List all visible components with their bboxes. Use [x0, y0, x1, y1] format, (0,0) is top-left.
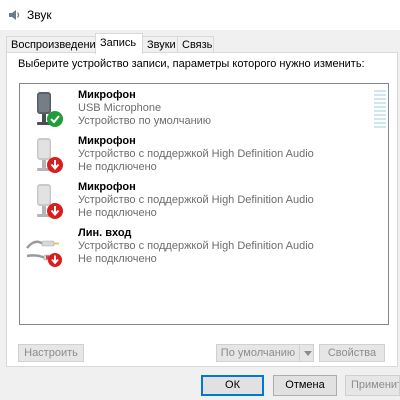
device-status: Устройство по умолчанию: [78, 115, 212, 127]
device-description: Устройство с поддержкой High Definition …: [78, 194, 314, 206]
device-status: Не подключено: [78, 253, 157, 265]
device-item[interactable]: Микрофон USB Microphone Устройство по ум…: [21, 86, 387, 132]
tab-recording[interactable]: Запись: [95, 33, 143, 54]
device-name: Микрофон: [78, 181, 136, 193]
window-title: Звук: [27, 8, 52, 22]
tab-communications[interactable]: Связь: [177, 36, 214, 52]
device-description: Устройство с поддержкой High Definition …: [78, 240, 314, 252]
device-item[interactable]: Микрофон Устройство с поддержкой High De…: [21, 132, 387, 178]
microphone-icon: [37, 184, 63, 219]
red-down-arrow-icon: [47, 157, 63, 173]
tab-playback[interactable]: Воспроизведение: [6, 36, 102, 52]
device-list[interactable]: Микрофон USB Microphone Устройство по ум…: [19, 83, 389, 325]
green-check-icon: [47, 111, 63, 127]
microphone-icon: [37, 138, 63, 173]
set-default-dropdown[interactable]: [299, 344, 314, 362]
level-meter: [374, 90, 386, 130]
device-description: Устройство с поддержкой High Definition …: [78, 148, 314, 160]
line-in-cable-icon: [26, 240, 62, 267]
device-item[interactable]: Микрофон Устройство с поддержкой High De…: [21, 178, 387, 224]
title-bar: Звук: [0, 0, 400, 30]
configure-button[interactable]: Настроить: [18, 344, 84, 362]
speaker-icon: [9, 10, 20, 20]
properties-button[interactable]: Свойства: [319, 344, 385, 362]
set-default-button[interactable]: По умолчанию: [216, 344, 300, 362]
microphone-icon: [37, 92, 63, 127]
instruction-text: Выберите устройство записи, параметры ко…: [18, 58, 365, 70]
device-name: Лин. вход: [78, 227, 132, 239]
device-status: Не подключено: [78, 207, 157, 219]
chevron-down-icon: [304, 351, 312, 356]
ok-button[interactable]: ОК: [201, 375, 264, 396]
red-down-arrow-icon: [47, 203, 63, 219]
cancel-button[interactable]: Отмена: [273, 375, 337, 396]
device-name: Микрофон: [78, 135, 136, 147]
red-down-arrow-icon: [48, 253, 62, 267]
recording-panel: Выберите устройство записи, параметры ко…: [6, 52, 398, 367]
device-name: Микрофон: [78, 89, 136, 101]
device-status: Не подключено: [78, 161, 157, 173]
tab-sounds[interactable]: Звуки: [142, 36, 178, 52]
apply-button[interactable]: Применить: [345, 375, 400, 396]
device-description: USB Microphone: [78, 102, 162, 114]
device-item[interactable]: Лин. вход Устройство с поддержкой High D…: [21, 224, 387, 270]
